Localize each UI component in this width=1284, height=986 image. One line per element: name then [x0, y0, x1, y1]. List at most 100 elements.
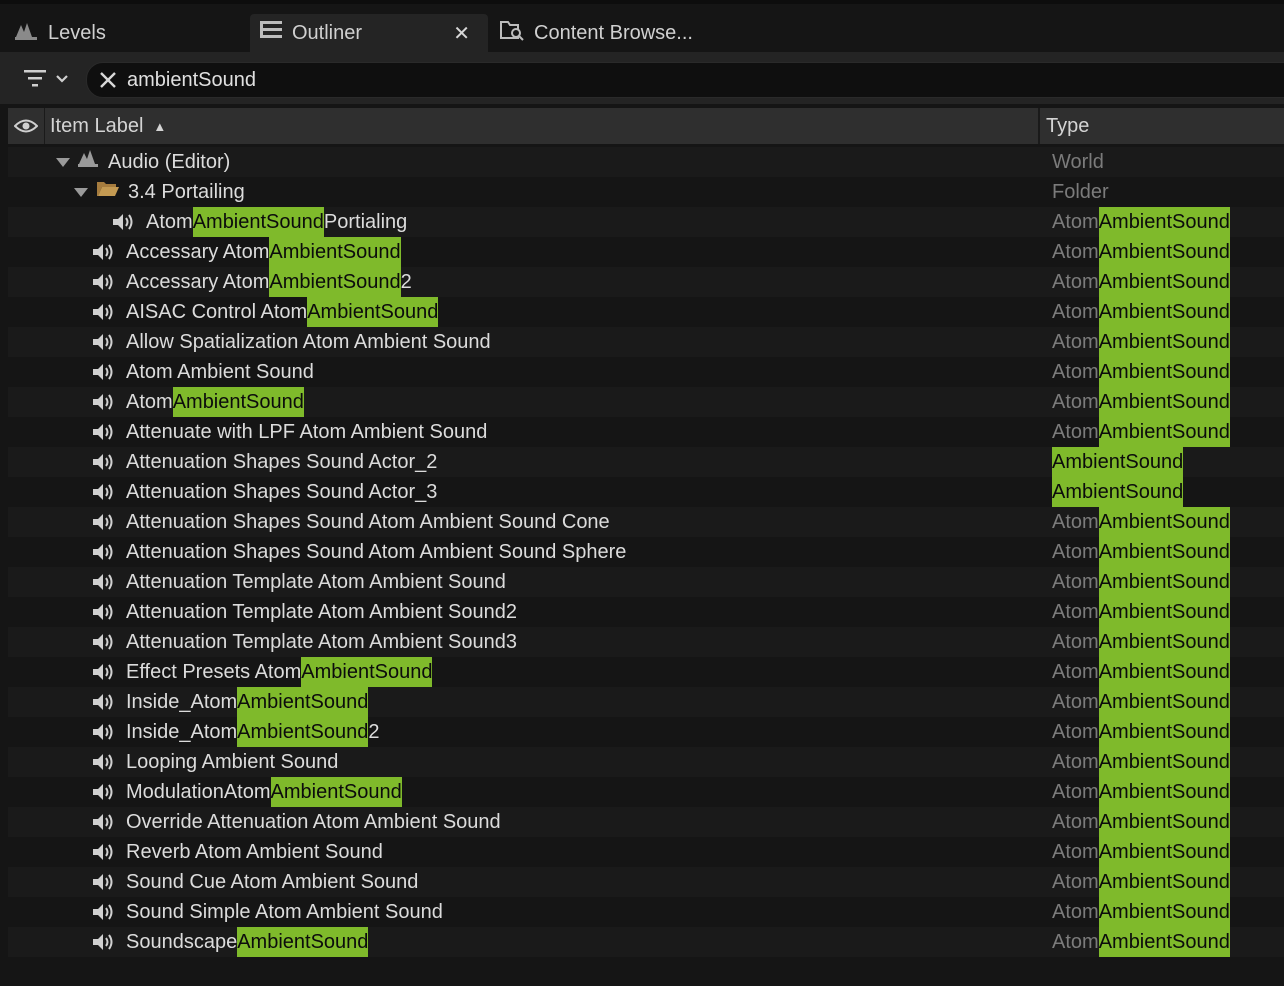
actor-label-suffix: Portialing — [323, 211, 408, 233]
search-match-highlight: AmbientSound — [237, 687, 369, 717]
actor-row[interactable]: Attenuation Shapes Sound Atom Ambient So… — [8, 537, 1284, 567]
ambient-sound-icon — [92, 391, 118, 413]
actor-row[interactable]: Atom AmbientSound Portialing Atom AmbientSo… — [8, 207, 1284, 237]
actor-row[interactable]: Inside_Atom AmbientSound 2 Atom AmbientSound — [8, 717, 1284, 747]
search-match-highlight: AmbientSound — [1052, 477, 1184, 507]
actor-type: Atom AmbientSound — [1052, 237, 1230, 267]
filter-button[interactable] — [22, 66, 74, 90]
search-match-highlight: AmbientSound — [1098, 537, 1230, 567]
actor-row[interactable]: AISAC Control Atom AmbientSound Atom Ambien… — [8, 297, 1284, 327]
ambient-sound-icon — [92, 901, 118, 923]
column-divider[interactable] — [1038, 108, 1040, 144]
actor-type: Atom AmbientSound — [1052, 777, 1230, 807]
ambient-sound-icon — [92, 751, 118, 773]
actor-row[interactable]: Looping Ambient Sound Atom AmbientSound — [8, 747, 1284, 777]
tab-content-browser[interactable]: Content Browse... — [500, 14, 693, 52]
ambient-sound-icon — [92, 481, 118, 503]
search-match-highlight: AmbientSound — [1098, 417, 1230, 447]
actor-label: Atom Ambient Sound — [126, 361, 314, 383]
ambient-sound-icon — [92, 271, 118, 293]
actor-row[interactable]: Sound Cue Atom Ambient Sound Atom AmbientS… — [8, 867, 1284, 897]
search-match-highlight: AmbientSound — [1098, 807, 1230, 837]
actor-row[interactable]: Attenuation Template Atom Ambient Sound A… — [8, 567, 1284, 597]
ambient-sound-icon — [92, 301, 118, 323]
search-match-highlight: AmbientSound — [1098, 777, 1230, 807]
visibility-column-header[interactable] — [8, 108, 45, 144]
actor-label-suffix: 2 — [368, 721, 380, 743]
search-input[interactable] — [127, 63, 1227, 97]
type-prefix: Atom — [1052, 931, 1099, 953]
actor-row[interactable]: Attenuate with LPF Atom Ambient Sound Ato… — [8, 417, 1284, 447]
tab-levels[interactable]: Levels — [14, 14, 106, 52]
tree-row-world[interactable]: Audio (Editor) World — [8, 147, 1284, 177]
actor-label: ModulationAtom — [126, 781, 271, 803]
actor-label: Inside_Atom — [126, 721, 238, 743]
actor-type: Atom AmbientSound — [1052, 657, 1230, 687]
actor-label: Atom — [126, 391, 173, 413]
search-match-highlight: AmbientSound — [1098, 237, 1230, 267]
search-match-highlight: AmbientSound — [1098, 627, 1230, 657]
clear-search-icon[interactable] — [97, 69, 119, 91]
actor-row[interactable]: Inside_Atom AmbientSound Atom AmbientSound — [8, 687, 1284, 717]
folder-icon — [96, 177, 120, 207]
item-label-column-header[interactable]: Item Label ▲ — [50, 108, 166, 144]
filter-icon — [24, 70, 68, 87]
actor-type: Atom AmbientSound — [1052, 927, 1230, 957]
search-match-highlight: AmbientSound — [1098, 327, 1230, 357]
actor-row[interactable]: Attenuation Template Atom Ambient Sound3… — [8, 627, 1284, 657]
actor-row[interactable]: Soundscape AmbientSound Atom AmbientSound — [8, 927, 1284, 957]
actor-type: Atom AmbientSound — [1052, 837, 1230, 867]
search-match-highlight: AmbientSound — [1098, 507, 1230, 537]
search-match-highlight: AmbientSound — [1098, 747, 1230, 777]
content-browser-icon — [500, 19, 524, 47]
actor-row[interactable]: Atom AmbientSound Atom AmbientSound — [8, 387, 1284, 417]
actor-row[interactable]: Allow Spatialization Atom Ambient Sound A… — [8, 327, 1284, 357]
expand-arrow-icon[interactable] — [56, 157, 70, 167]
actor-row[interactable]: Attenuation Shapes Sound Actor_3 AmbientS… — [8, 477, 1284, 507]
actor-row[interactable]: Accessary Atom AmbientSound 2 Atom AmbientSo… — [8, 267, 1284, 297]
actor-row[interactable]: Effect Presets Atom AmbientSound Atom Ambie… — [8, 657, 1284, 687]
actor-row[interactable]: Attenuation Template Atom Ambient Sound2… — [8, 597, 1284, 627]
ambient-sound-icon — [92, 421, 118, 443]
search-match-highlight: AmbientSound — [1098, 207, 1230, 237]
actor-label: Attenuation Shapes Sound Actor_2 — [126, 451, 438, 473]
actor-row[interactable]: Sound Simple Atom Ambient Sound Atom Ambie… — [8, 897, 1284, 927]
expand-arrow-icon[interactable] — [74, 187, 88, 197]
type-prefix: Atom — [1052, 421, 1099, 443]
type-prefix: Atom — [1052, 301, 1099, 323]
ambient-sound-icon — [92, 541, 118, 563]
tree-row-folder[interactable]: 3.4 Portailing Folder — [8, 177, 1284, 207]
actor-label: Reverb Atom Ambient Sound — [126, 841, 383, 863]
outliner-tree: Audio (Editor) World 3.4 Portailing Fold… — [8, 147, 1284, 957]
actor-label: AISAC Control Atom — [126, 301, 308, 323]
type-column-header[interactable]: Type — [1046, 108, 1089, 144]
actor-label: Allow Spatialization Atom Ambient Sound — [126, 331, 491, 353]
ambient-sound-icon — [92, 811, 118, 833]
type-prefix: Atom — [1052, 721, 1099, 743]
actor-type: Atom AmbientSound — [1052, 747, 1230, 777]
eye-icon — [14, 119, 38, 133]
actor-row[interactable]: Override Attenuation Atom Ambient Sound A… — [8, 807, 1284, 837]
actor-type: Atom AmbientSound — [1052, 387, 1230, 417]
search-match-highlight: AmbientSound — [1098, 717, 1230, 747]
search-match-highlight: AmbientSound — [1098, 657, 1230, 687]
actor-row[interactable]: Atom Ambient Sound Atom AmbientSound — [8, 357, 1284, 387]
search-match-highlight: AmbientSound — [1098, 687, 1230, 717]
type-prefix: Atom — [1052, 361, 1099, 383]
actor-type: Atom AmbientSound — [1052, 567, 1230, 597]
close-icon[interactable]: ✕ — [453, 21, 470, 46]
actor-row[interactable]: Attenuation Shapes Sound Atom Ambient So… — [8, 507, 1284, 537]
ambient-sound-icon — [92, 361, 118, 383]
actor-row[interactable]: Accessary Atom AmbientSound Atom AmbientSou… — [8, 237, 1284, 267]
actor-row[interactable]: Reverb Atom Ambient Sound Atom AmbientSoun… — [8, 837, 1284, 867]
ambient-sound-icon — [112, 211, 138, 233]
search-match-highlight: AmbientSound — [237, 927, 369, 957]
actor-row[interactable]: ModulationAtom AmbientSound Atom AmbientSou… — [8, 777, 1284, 807]
actor-row[interactable]: Attenuation Shapes Sound Actor_2 AmbientS… — [8, 447, 1284, 477]
actor-type: Atom AmbientSound — [1052, 207, 1230, 237]
ambient-sound-icon — [92, 691, 118, 713]
actor-label: Accessary Atom — [126, 271, 270, 293]
actor-type: Atom AmbientSound — [1052, 327, 1230, 357]
tab-outliner[interactable]: Outliner ✕ — [250, 14, 488, 52]
actor-label: Sound Cue Atom Ambient Sound — [126, 871, 419, 893]
